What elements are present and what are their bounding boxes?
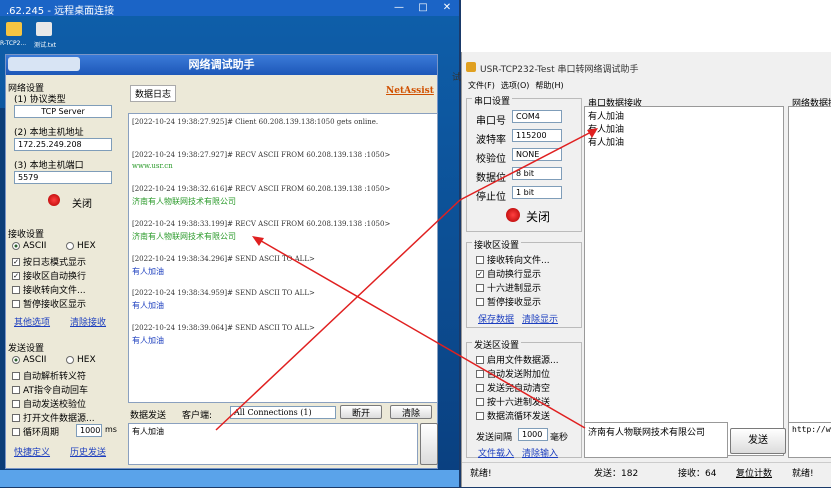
arrow-line (215, 199, 461, 431)
arrow-line (459, 129, 596, 201)
annotation-arrows (215, 128, 598, 431)
arrow-line (255, 237, 586, 429)
